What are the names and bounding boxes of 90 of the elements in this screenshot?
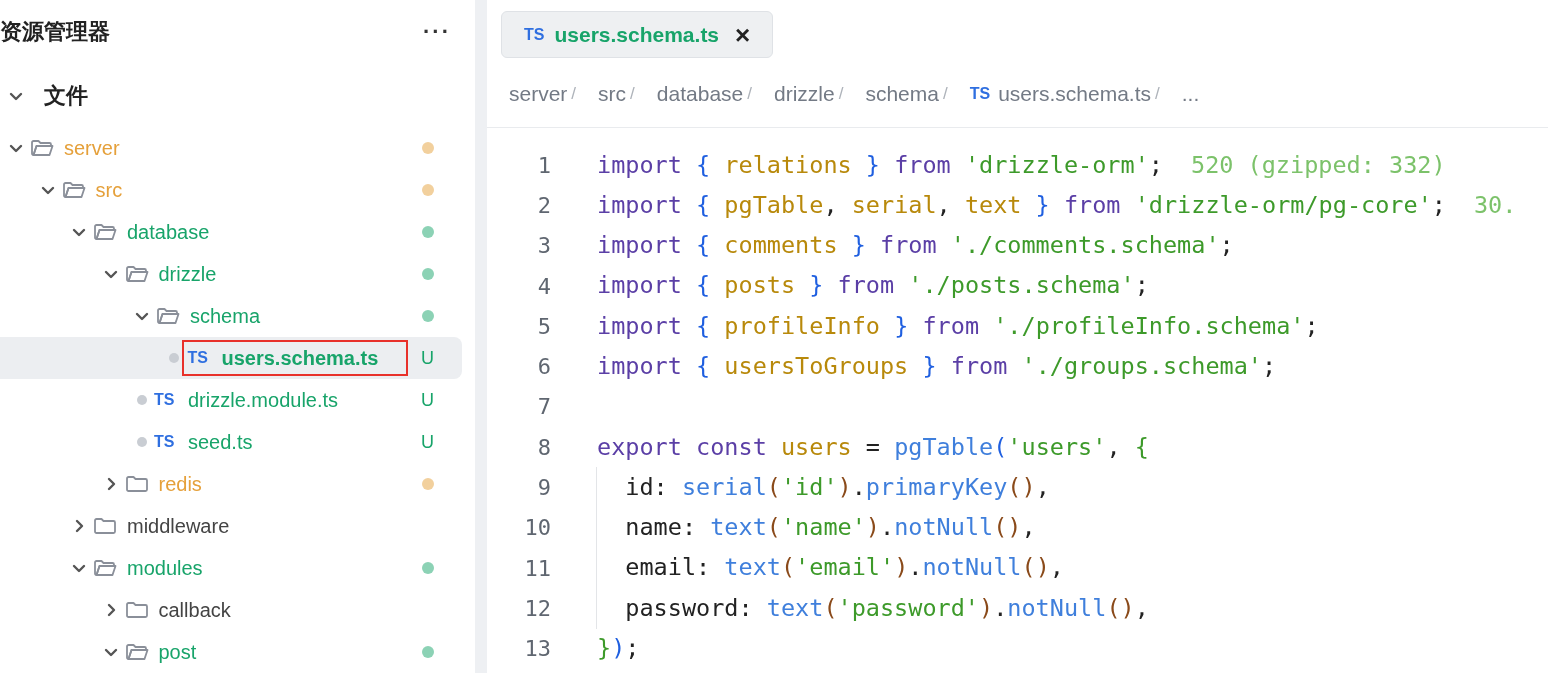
tree-item[interactable]: modules	[0, 547, 462, 589]
editor-tab[interactable]: TS users.schema.ts ×	[501, 11, 774, 58]
folder-icon	[124, 642, 149, 662]
tree-item[interactable]: drizzle	[0, 253, 462, 295]
code-line: import { relations } from 'drizzle-orm';	[597, 149, 1163, 181]
tree-item[interactable]: database	[0, 211, 462, 253]
code-line: import { pgTable, serial, text } from 'drizzle-orm/pg-core';	[597, 189, 1446, 221]
folder-name: database	[127, 220, 210, 245]
folder-name: server	[64, 136, 120, 161]
breadcrumb-separator: /	[747, 82, 752, 105]
tree-item[interactable]: post	[0, 631, 462, 673]
breadcrumb-item[interactable]: src	[598, 77, 627, 110]
code-line: id: serial('id').primaryKey(),	[596, 467, 1050, 508]
tree-item[interactable]: src	[0, 169, 462, 211]
line-number: 5	[536, 312, 551, 341]
folder-icon	[93, 516, 117, 536]
folder-name: post	[158, 640, 197, 665]
breadcrumb-separator: /	[838, 82, 844, 105]
code-line: email: text('email').notNull(),	[596, 547, 1064, 589]
folder-name: middleware	[127, 514, 230, 539]
tree-item[interactable]: schema	[0, 295, 462, 337]
line-number: 11	[523, 554, 551, 583]
breadcrumb-item[interactable]: server	[509, 77, 568, 110]
breadcrumb-item[interactable]: users.schema.ts	[998, 77, 1151, 110]
tree-item[interactable]: server	[0, 127, 462, 169]
line-number: 1	[536, 151, 551, 180]
breadcrumb-separator: /	[630, 82, 635, 105]
code-line: import { profileInfo } from './profileInfo.schema';	[597, 310, 1319, 342]
import-size-hint: 520 (gzipped: 332)	[1191, 149, 1446, 181]
folder-icon	[93, 558, 117, 578]
line-number: 3	[536, 232, 551, 261]
folder-name: src	[95, 178, 123, 203]
code-line: });	[597, 633, 640, 665]
file-name: drizzle.module.ts	[188, 388, 339, 413]
code-line: password: text('password').notNull(),	[596, 588, 1149, 629]
folder-icon	[124, 600, 149, 620]
folder-name: schema	[190, 304, 261, 329]
folder-name: drizzle	[158, 262, 217, 287]
tree-item[interactable]: TS seed.ts U	[0, 421, 462, 463]
folder-icon	[124, 264, 149, 284]
code-line: import { usersToGroups } from './groups.schema';	[597, 351, 1277, 382]
tab-label: users.schema.ts	[554, 21, 720, 48]
code-line: export const users = pgTable('users', {	[597, 431, 1149, 463]
folder-icon	[30, 138, 54, 158]
status-letter: U	[421, 430, 434, 454]
line-number: 10	[523, 514, 551, 543]
folder-icon	[93, 222, 117, 242]
file-name: users.schema.ts	[221, 346, 379, 371]
folder-icon	[61, 180, 86, 200]
more-actions-button[interactable]: ···	[423, 14, 451, 48]
file-name: seed.ts	[188, 430, 253, 455]
typescript-icon: TS	[524, 22, 545, 47]
folder-name: redis	[158, 472, 202, 497]
status-letter: U	[421, 388, 434, 412]
tree-item[interactable]: middleware	[0, 505, 462, 547]
sidebar-title: 资源管理器	[0, 17, 110, 46]
breadcrumb-separator: /	[942, 82, 948, 105]
breadcrumb-separator: /	[571, 82, 577, 105]
folder-icon	[156, 306, 180, 326]
line-number: 7	[536, 393, 551, 422]
breadcrumb-item[interactable]: drizzle	[774, 77, 835, 110]
tree-item[interactable]: redis	[0, 463, 462, 505]
import-size-hint: 30.	[1473, 189, 1517, 221]
section-header[interactable]: 文件	[0, 74, 475, 117]
breadcrumb-item[interactable]: database	[656, 77, 744, 110]
tree-item[interactable]: TS drizzle.module.ts U	[0, 379, 462, 421]
close-button[interactable]: ×	[735, 21, 751, 48]
code-line: import { posts } from './posts.schema';	[597, 270, 1149, 302]
line-number: 4	[536, 272, 551, 301]
code-line: name: text('name').notNull(),	[596, 507, 1036, 548]
tree-item[interactable]: callback	[0, 589, 462, 631]
line-number: 12	[523, 594, 551, 623]
folder-name: callback	[158, 598, 231, 623]
typescript-icon: TS	[969, 81, 991, 106]
tree-item[interactable]: TS users.schema.ts U	[0, 337, 462, 379]
typescript-icon: TS	[154, 388, 178, 412]
line-number: 13	[523, 635, 551, 664]
line-number: 2	[536, 191, 551, 220]
typescript-icon: TS	[187, 346, 212, 370]
breadcrumb-item[interactable]: ...	[1181, 77, 1200, 110]
folder-name: modules	[127, 556, 203, 581]
code-line: import { comments } from './comments.schema';	[597, 230, 1234, 262]
breadcrumb-separator: /	[1155, 82, 1160, 105]
folder-icon	[124, 474, 149, 494]
line-number: 8	[536, 433, 551, 462]
typescript-icon: TS	[154, 430, 178, 454]
breadcrumb-item[interactable]: schema	[865, 77, 939, 110]
status-letter: U	[421, 346, 434, 370]
line-number: 9	[536, 474, 551, 502]
line-number: 6	[536, 353, 551, 382]
